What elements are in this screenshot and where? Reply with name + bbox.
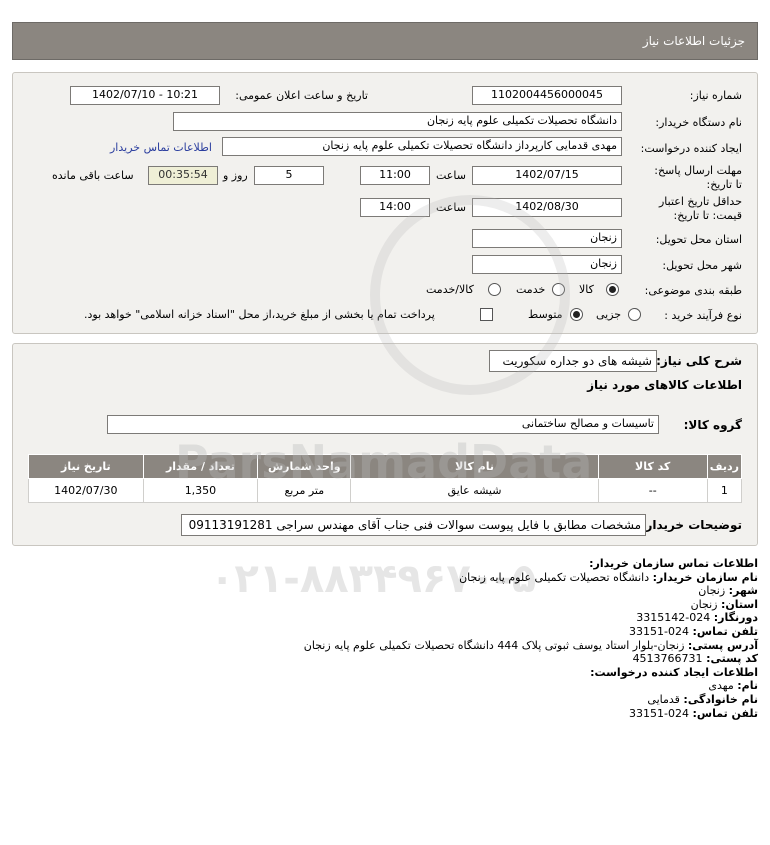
validity-time-label: ساعت — [436, 201, 466, 214]
goods-table: تاریخ نیاز تعداد / مقدار واحد شمارش نام … — [28, 454, 743, 503]
announce-field: 1402/07/10 - 10:21 — [70, 86, 220, 105]
process-radio-minor[interactable] — [628, 308, 641, 321]
contact-postal: کد پستی: 4513766731 — [304, 652, 758, 666]
process-option-medium: متوسط — [528, 308, 563, 321]
buyer-field: دانشگاه تحصیلات تکمیلی علوم پایه زنجان — [173, 112, 622, 131]
province-label: استان محل تحویل: — [655, 233, 742, 246]
contact-city-label: شهر: — [728, 584, 758, 598]
remaining-label: ساعت باقی مانده — [52, 169, 134, 182]
cell-row: 1 — [706, 478, 743, 503]
page-header: جزئیات اطلاعات نیاز — [12, 22, 758, 60]
contact-province-label: استان: — [721, 597, 758, 611]
creator-label: ایجاد کننده درخواست: — [640, 142, 742, 155]
buyer-label: نام دستگاه خریدار: — [655, 116, 742, 129]
goods-table-header: تاریخ نیاز تعداد / مقدار واحد شمارش نام … — [28, 454, 743, 479]
city-label: شهر محل تحویل: — [662, 259, 742, 272]
table-row: 1402/07/30 1,350 متر مربع شیشه عایق -- 1 — [28, 478, 743, 503]
contact-phone-label: تلفن تماس: — [692, 624, 758, 638]
creator-family-value: قدمایی — [647, 692, 680, 706]
col-need-date: تاریخ نیاز — [28, 454, 144, 479]
deadline-label: مهلت ارسال پاسخ: تا تاریخ: — [652, 164, 742, 192]
contact-address: آدرس پستی: زنجان-بلوار استاد یوسف ثبوتی … — [304, 639, 758, 653]
col-code: کد کالا — [597, 454, 708, 479]
announce-label: تاریخ و ساعت اعلان عمومی: — [235, 89, 368, 102]
col-unit: واحد شمارش — [257, 454, 352, 479]
creator-name: نام: مهدی — [304, 679, 758, 693]
city-field: زنجان — [472, 255, 622, 274]
contact-fax: دورنگار: 024-3315142 — [304, 611, 758, 625]
validity-label-text: حداقل تاریخ اعتبار قیمت: تا تاریخ: — [658, 195, 742, 222]
group-field: تاسیسات و مصالح ساختمانی — [107, 415, 659, 434]
contact-address-label: آدرس پستی: — [687, 638, 758, 652]
deadline-date-field: 1402/07/15 — [472, 166, 622, 185]
days-label: روز و — [223, 169, 248, 182]
col-name: نام کالا — [350, 454, 599, 479]
creator-family-label: نام خانوادگی: — [683, 692, 758, 706]
buyer-contact-link[interactable]: اطلاعات تماس خریدار — [110, 141, 212, 154]
cell-need-date: 1402/07/30 — [28, 478, 144, 503]
col-row: ردیف — [706, 454, 743, 479]
buyer-notes-label: توضیحات خریدار: — [640, 518, 742, 532]
remaining-time-field: 00:35:54 — [148, 166, 218, 185]
need-number-field: 1102004456000045 — [472, 86, 622, 105]
validity-time-field: 14:00 — [360, 198, 430, 217]
category-radio-goods-service[interactable] — [488, 283, 501, 296]
creator-name-label: نام: — [737, 679, 758, 693]
contact-title: اطلاعات تماس سازمان خریدار: — [589, 557, 758, 570]
creator-phone: تلفن تماس: 024-33151 — [304, 707, 758, 721]
creator-phone-value: 024-33151 — [629, 706, 690, 720]
treasury-checkbox[interactable] — [480, 308, 493, 321]
contact-phone-value: 024-33151 — [629, 624, 690, 638]
creator-phone-label: تلفن تماس: — [692, 706, 758, 720]
days-field: 5 — [254, 166, 324, 185]
contact-fax-label: دورنگار: — [713, 611, 758, 625]
contact-fax-value: 024-3315142 — [636, 611, 711, 625]
process-radio-medium[interactable] — [570, 308, 583, 321]
contact-postal-value: 4513766731 — [632, 652, 703, 666]
category-option-service: خدمت — [516, 283, 546, 296]
validity-date-field: 1402/08/30 — [472, 198, 622, 217]
creator-name-value: مهدی — [708, 679, 734, 693]
contact-city-value: زنجان — [698, 584, 726, 598]
creator-title: اطلاعات ایجاد کننده درخواست: — [590, 665, 758, 679]
category-radio-goods[interactable] — [606, 283, 619, 296]
need-number-label: شماره نیاز: — [689, 89, 742, 102]
goods-info-title: اطلاعات کالاهای مورد نیاز — [587, 378, 742, 392]
category-option-goods: کالا — [579, 283, 594, 296]
contact-org-label: نام سازمان خریدار: — [652, 570, 758, 584]
category-label: طبقه بندی موضوعی: — [644, 284, 742, 297]
contact-org: نام سازمان خریدار: دانشگاه تحصیلات تکمیل… — [304, 571, 758, 585]
contact-province: استان: زنجان — [304, 598, 758, 612]
validity-label: حداقل تاریخ اعتبار قیمت: تا تاریخ: — [646, 195, 742, 223]
cell-quantity: 1,350 — [142, 478, 259, 503]
buyer-notes-field: مشخصات مطابق با فایل پیوست سوالات فنی جن… — [181, 514, 646, 536]
col-quantity: تعداد / مقدار — [142, 454, 259, 479]
deadline-label-text: مهلت ارسال پاسخ: تا تاریخ: — [654, 164, 742, 191]
province-field: زنجان — [472, 229, 622, 248]
contact-province-value: زنجان — [690, 597, 718, 611]
cell-code: -- — [597, 478, 708, 503]
process-label: نوع فرآیند خرید : — [664, 309, 742, 322]
contact-postal-label: کد پستی: — [706, 652, 758, 666]
payment-text: پرداخت تمام یا بخشی از مبلغ خرید،از محل … — [84, 308, 435, 321]
deadline-time-field: 11:00 — [360, 166, 430, 185]
page-title: جزئیات اطلاعات نیاز — [642, 34, 745, 48]
contact-city: شهر: زنجان — [304, 584, 758, 598]
contact-section: اطلاعات تماس سازمان خریدار: نام سازمان خ… — [304, 557, 758, 720]
need-desc-field: شیشه های دو جداره سکوریت — [489, 350, 657, 372]
contact-address-value: زنجان-بلوار استاد یوسف ثبوتی پلاک 444 دا… — [303, 638, 685, 652]
contact-org-value: دانشگاه تحصیلات تکمیلی علوم پایه زنجان — [459, 570, 650, 584]
process-option-minor: جزیی — [596, 308, 622, 321]
cell-unit: متر مربع — [257, 478, 352, 503]
category-option-goods-service: کالا/خدمت — [426, 283, 474, 296]
contact-phone: تلفن تماس: 024-33151 — [304, 625, 758, 639]
creator-family: نام خانوادگی: قدمایی — [304, 693, 758, 707]
cell-name: شیشه عایق — [350, 478, 599, 503]
category-radio-service[interactable] — [552, 283, 565, 296]
need-desc-label: شرح کلی نیاز: — [656, 354, 742, 368]
deadline-time-label: ساعت — [436, 169, 466, 182]
group-label: گروه کالا: — [683, 418, 742, 432]
creator-field: مهدی قدمایی کارپرداز دانشگاه تحصیلات تکم… — [222, 137, 622, 156]
